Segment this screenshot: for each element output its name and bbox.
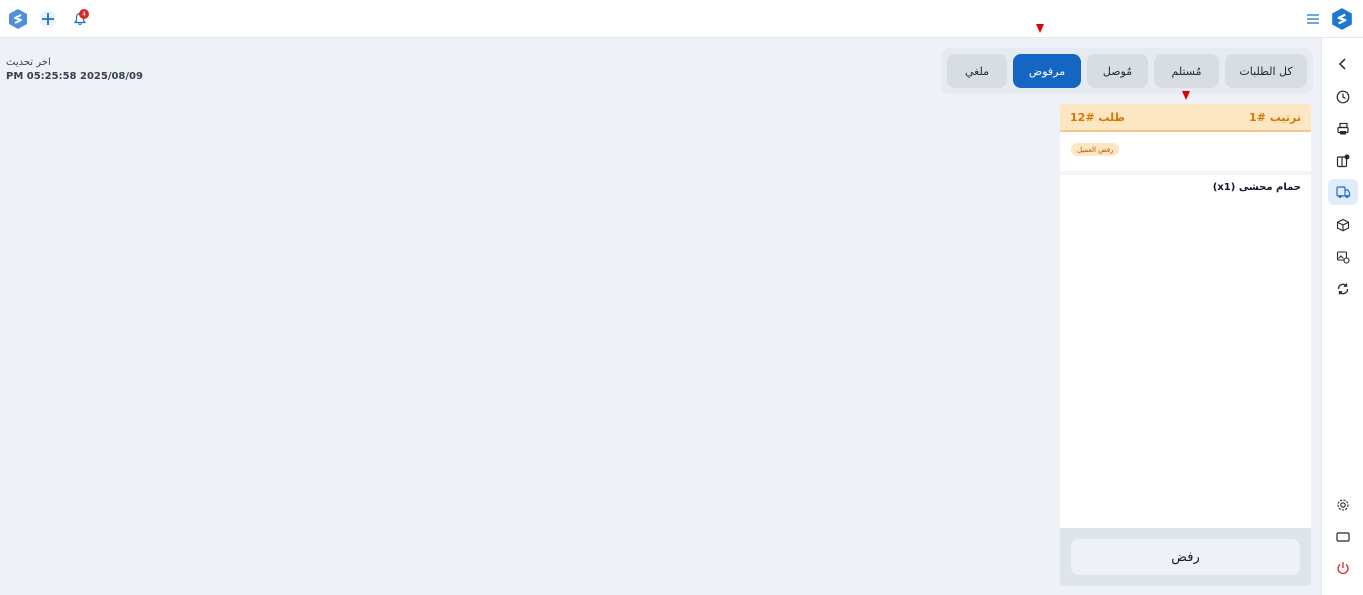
sidebar-item-history[interactable] xyxy=(1332,86,1354,108)
sidebar-item-orders[interactable] xyxy=(1332,150,1354,172)
app-logo-icon[interactable] xyxy=(1330,7,1354,31)
add-button[interactable] xyxy=(37,8,59,30)
delivery-icon xyxy=(1336,186,1351,198)
sidebar-item-media-settings[interactable] xyxy=(1332,246,1354,268)
sidebar-item-sync[interactable] xyxy=(1332,278,1354,300)
sidebar-item-settings[interactable] xyxy=(1332,494,1354,516)
gear-icon xyxy=(1337,499,1349,511)
sidebar-item-delivery[interactable] xyxy=(1328,179,1358,205)
status-badge: رفض العميل xyxy=(1071,143,1120,156)
reject-button[interactable]: رفض xyxy=(1071,539,1300,575)
annotation-arrow xyxy=(1036,24,1044,33)
order-rank: ترتيب #1 xyxy=(1249,111,1301,124)
tab-cancelled[interactable]: ملغي xyxy=(947,54,1007,88)
sidebar-item-print[interactable] xyxy=(1332,118,1354,140)
image-settings-icon xyxy=(1336,251,1350,264)
notification-count-badge: 4 xyxy=(79,9,89,19)
tab-rejected[interactable]: مرفوض xyxy=(1013,54,1081,88)
top-bar xyxy=(0,0,1363,38)
printer-icon xyxy=(1337,122,1349,135)
sidebar-item-collapse[interactable] xyxy=(1332,53,1354,75)
divider xyxy=(1060,171,1311,175)
tab-all-orders[interactable]: كل الطلبات xyxy=(1225,54,1307,88)
order-card-header: ترتيب #1 طلب #12 xyxy=(1060,104,1311,132)
annotation-arrow xyxy=(1182,91,1190,100)
order-number: طلب #12 xyxy=(1070,111,1125,124)
app-logo-icon[interactable] xyxy=(7,8,29,30)
sidebar-item-display[interactable] xyxy=(1332,526,1354,548)
hamburger-menu-icon xyxy=(1307,14,1319,24)
sidebar-item-products[interactable] xyxy=(1332,214,1354,236)
status-tabs: كل الطلبات مُستلم مُوصل مرفوض ملغي xyxy=(941,48,1313,94)
last-update-value: PM 05:25:58 2025/08/09 xyxy=(6,71,143,82)
chevron-left-icon xyxy=(1338,58,1346,70)
power-icon xyxy=(1337,562,1349,575)
orders-badge-icon xyxy=(1336,154,1350,168)
sidebar-item-logout[interactable] xyxy=(1332,557,1354,579)
last-update-label: اخر تحديث xyxy=(6,57,51,68)
order-card-footer: رفض xyxy=(1060,528,1311,586)
tab-received[interactable]: مُستلم xyxy=(1154,54,1219,88)
last-update: اخر تحديث PM 05:25:58 2025/08/09 xyxy=(6,57,143,82)
order-item: حمام محشى (x1) xyxy=(1212,182,1301,193)
clock-icon xyxy=(1336,90,1350,104)
sync-icon xyxy=(1337,283,1349,295)
box-icon xyxy=(1336,218,1350,232)
tab-delivered[interactable]: مُوصل xyxy=(1087,54,1148,88)
order-card[interactable]: ترتيب #1 طلب #12 رفض العميل حمام محشى (x… xyxy=(1060,104,1311,586)
screen-icon xyxy=(1336,532,1350,542)
plus-circle-icon xyxy=(39,10,57,28)
menu-button[interactable] xyxy=(1306,12,1320,26)
